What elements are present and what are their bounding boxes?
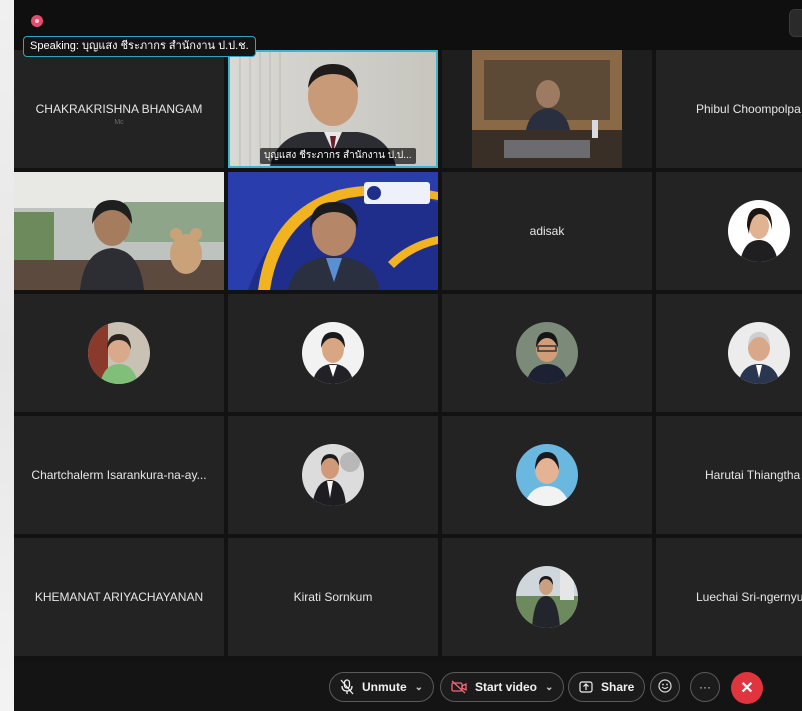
more-options-button[interactable]: ··· (690, 672, 720, 702)
participant-subtitle: Mc (114, 119, 124, 126)
end-call-button[interactable]: ✕ (731, 672, 763, 704)
participant-name: KHEMANAT ARIYACHAYANAN (34, 590, 204, 604)
participant-avatar (88, 322, 150, 384)
participant-tile[interactable] (442, 538, 652, 656)
participant-video (14, 172, 224, 290)
participant-name: Chartchalerm Isarankura-na-ay... (31, 468, 207, 482)
participant-tile-active-speaker[interactable]: บุญแสง ชีระภากร สำนักงาน ป.ป... (228, 50, 438, 168)
participant-tile[interactable]: Kirati Sornkum (228, 538, 438, 656)
participant-tile[interactable] (228, 294, 438, 412)
more-icon: ··· (699, 680, 711, 694)
participant-name: Luechai Sri-ngernyu (696, 590, 802, 604)
participant-tile[interactable]: Harutai Thiangtha (656, 416, 802, 534)
participant-tile[interactable]: adisak (442, 172, 652, 290)
participant-tile[interactable] (228, 172, 438, 290)
participant-avatar (728, 200, 790, 262)
participant-grid: CHAKRAKRISHNA BHANGAM Mc บุญแสง ชีระภากร… (14, 50, 802, 662)
layout-toggle-button[interactable] (789, 9, 802, 37)
participant-name: Harutai Thiangtha (705, 468, 801, 482)
participant-tile[interactable] (656, 172, 802, 290)
participant-name: adisak (529, 224, 565, 238)
recording-icon[interactable] (31, 15, 43, 27)
participant-tile[interactable]: Chartchalerm Isarankura-na-ay... (14, 416, 224, 534)
participant-video (228, 172, 438, 290)
chevron-down-icon[interactable]: ⌄ (545, 682, 553, 693)
video-off-icon (451, 680, 467, 694)
participant-tile[interactable] (442, 294, 652, 412)
participant-tile[interactable]: KHEMANAT ARIYACHAYANAN (14, 538, 224, 656)
participant-name: Kirati Sornkum (293, 590, 373, 604)
start-video-button[interactable]: Start video ⌄ (440, 672, 565, 702)
participant-name: Phibul Choompolpa (696, 102, 801, 116)
participant-tile[interactable]: Phibul Choompolpa (656, 50, 802, 168)
participant-avatar (516, 322, 578, 384)
participant-tile[interactable] (442, 50, 652, 168)
participant-tile[interactable] (14, 172, 224, 290)
participant-tile[interactable]: CHAKRAKRISHNA BHANGAM Mc (14, 50, 224, 168)
participant-video (442, 50, 652, 168)
participant-avatar (516, 566, 578, 628)
participant-name: บุญแสง ชีระภากร สำนักงาน ป.ป... (260, 148, 416, 164)
participant-tile[interactable]: Luechai Sri-ngernyu (656, 538, 802, 656)
participant-tile[interactable] (228, 416, 438, 534)
share-button[interactable]: Share (568, 672, 646, 702)
unmute-label: Unmute (362, 680, 407, 694)
chevron-down-icon[interactable]: ⌄ (415, 682, 423, 693)
participant-avatar (302, 322, 364, 384)
participant-tile[interactable] (656, 294, 802, 412)
participant-avatar (728, 322, 790, 384)
participant-name: CHAKRAKRISHNA BHANGAM (35, 102, 203, 116)
unmute-button[interactable]: Unmute ⌄ (329, 672, 435, 702)
start-video-label: Start video (475, 680, 538, 694)
meeting-controls-bar: Unmute ⌄ Start video ⌄ Share ··· ✕ (14, 662, 802, 711)
end-call-icon: ✕ (740, 680, 754, 697)
speaking-indicator: Speaking: บุญแสง ชีระภากร สำนักงาน ป.ป.ช… (23, 36, 256, 57)
participant-tile[interactable] (14, 294, 224, 412)
share-icon (579, 681, 593, 693)
share-label: Share (601, 680, 635, 694)
reactions-button[interactable] (650, 672, 680, 702)
microphone-muted-icon (340, 679, 354, 695)
participant-tile[interactable] (442, 416, 652, 534)
left-background-strip (0, 0, 14, 711)
reactions-icon (658, 678, 672, 696)
participant-avatar (302, 444, 364, 506)
participant-avatar (516, 444, 578, 506)
